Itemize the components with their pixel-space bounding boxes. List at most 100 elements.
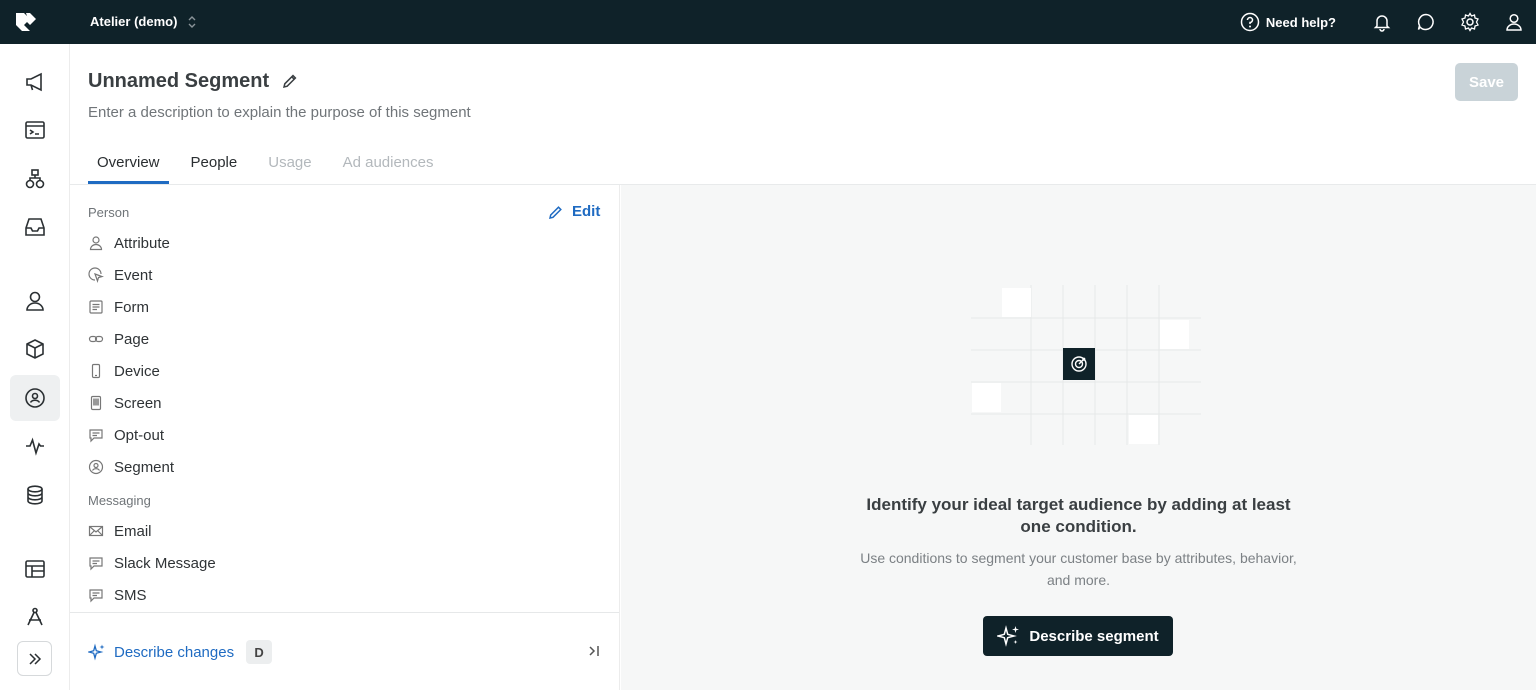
question-icon (1240, 12, 1260, 32)
nav-segments[interactable] (10, 375, 60, 421)
terminal-icon (25, 121, 45, 139)
describe-changes-button[interactable]: Describe changes D (88, 640, 273, 664)
condition-label: SMS (114, 586, 147, 604)
chat-icon (1417, 13, 1434, 31)
describe-segment-label: Describe segment (1029, 627, 1159, 645)
condition-label: Device (114, 362, 160, 380)
left-nav (0, 44, 70, 690)
tab-overview[interactable]: Overview (88, 146, 169, 184)
nav-campaigns[interactable] (10, 59, 60, 105)
workspace-switcher[interactable]: Atelier (demo) (90, 14, 197, 29)
database-icon (27, 485, 43, 505)
gear-icon (1461, 12, 1479, 32)
conditions-panel: Person Edit Attribute Event Form Page De… (70, 185, 620, 690)
form-icon (89, 300, 103, 314)
tab-ad-audiences[interactable]: Ad audiences (334, 146, 443, 184)
person-icon (89, 236, 103, 251)
condition-event[interactable]: Event (88, 263, 152, 287)
nav-broadcasts[interactable] (10, 107, 60, 153)
journeys-icon (25, 169, 45, 189)
inbox-icon (25, 218, 45, 236)
empty-state-subtitle: Use conditions to segment your customer … (860, 550, 1297, 588)
condition-attribute[interactable]: Attribute (88, 231, 170, 255)
people-icon (26, 291, 44, 311)
pencil-icon (548, 205, 562, 219)
describe-changes-label: Describe changes (114, 643, 235, 661)
nav-data[interactable] (10, 472, 60, 518)
describe-segment-button[interactable]: Describe segment (983, 616, 1173, 656)
condition-segment[interactable]: Segment (88, 455, 174, 479)
sparkles-icon (997, 625, 1020, 647)
bell-icon (1373, 15, 1391, 32)
condition-label: Segment (114, 458, 175, 476)
collapse-panel-icon[interactable] (585, 642, 603, 660)
nav-journeys[interactable] (10, 156, 60, 202)
sparkles-icon (88, 643, 105, 661)
content-icon (25, 560, 45, 578)
objects-icon (26, 339, 44, 359)
nav-design[interactable] (10, 594, 60, 640)
nav-activity[interactable] (10, 423, 60, 469)
target-icon (1063, 348, 1095, 380)
keyboard-shortcut: D (246, 640, 273, 664)
settings-button[interactable] (1448, 0, 1492, 44)
help-label: Need help? (1265, 14, 1336, 30)
condition-label: Page (114, 330, 150, 348)
screen-icon (90, 395, 102, 411)
megaphone-icon (26, 72, 42, 92)
condition-sms[interactable]: SMS (88, 583, 147, 607)
condition-slack-message[interactable]: Slack Message (88, 551, 216, 575)
condition-device[interactable]: Device (88, 359, 160, 383)
empty-state-title: Identify your ideal target audience by a… (866, 495, 1291, 536)
condition-screen[interactable]: Screen (88, 391, 162, 415)
segment-description[interactable]: Enter a description to explain the purpo… (88, 104, 471, 121)
nav-inbox[interactable] (10, 204, 60, 250)
section-person-label: Person (88, 205, 130, 220)
tab-bar: Overview People Usage Ad audiences (88, 146, 456, 184)
condition-label: Screen (114, 394, 162, 412)
comment-icon (89, 429, 103, 443)
expand-nav-button[interactable] (17, 641, 52, 676)
condition-label: Form (114, 298, 149, 316)
condition-label: Attribute (114, 234, 170, 252)
notifications-button[interactable] (1360, 0, 1404, 44)
logo-icon[interactable] (14, 11, 38, 33)
messages-button[interactable] (1404, 0, 1448, 44)
activity-icon (26, 437, 44, 456)
page-title[interactable]: Unnamed Segment (88, 70, 269, 93)
segments-icon (25, 388, 45, 408)
cursor-icon (88, 267, 104, 283)
condition-label: Opt-out (114, 426, 165, 444)
condition-opt-out[interactable]: Opt-out (88, 423, 164, 447)
segment-preview-area: Identify your ideal target audience by a… (621, 185, 1536, 690)
nav-content[interactable] (10, 546, 60, 592)
panel-divider (70, 612, 619, 613)
link-icon (88, 335, 104, 343)
account-button[interactable] (1492, 0, 1536, 44)
user-icon (1506, 13, 1522, 31)
segment-icon (88, 459, 104, 475)
top-bar: Atelier (demo) Need help? (0, 0, 1536, 44)
workspace-name: Atelier (demo) (90, 14, 178, 29)
edit-button[interactable]: Edit (548, 203, 600, 220)
save-button[interactable]: Save (1455, 63, 1518, 101)
condition-form[interactable]: Form (88, 295, 149, 319)
phone-icon (91, 363, 101, 379)
condition-label: Email (114, 522, 152, 540)
nav-objects[interactable] (10, 326, 60, 372)
condition-email[interactable]: Email (88, 519, 152, 543)
edit-title-icon[interactable] (281, 72, 299, 90)
condition-page[interactable]: Page (88, 327, 149, 351)
condition-label: Event (114, 266, 153, 284)
tab-usage[interactable]: Usage (259, 146, 320, 184)
comment-icon (89, 557, 103, 571)
comment-icon (89, 589, 103, 603)
mail-icon (88, 525, 104, 537)
edit-label: Edit (572, 203, 601, 220)
chevron-updown-icon (188, 15, 196, 28)
tab-people[interactable]: People (182, 146, 247, 184)
section-messaging-label: Messaging (88, 493, 151, 508)
condition-label: Slack Message (114, 554, 216, 572)
nav-people[interactable] (10, 278, 60, 324)
help-button[interactable]: Need help? (1240, 12, 1336, 32)
